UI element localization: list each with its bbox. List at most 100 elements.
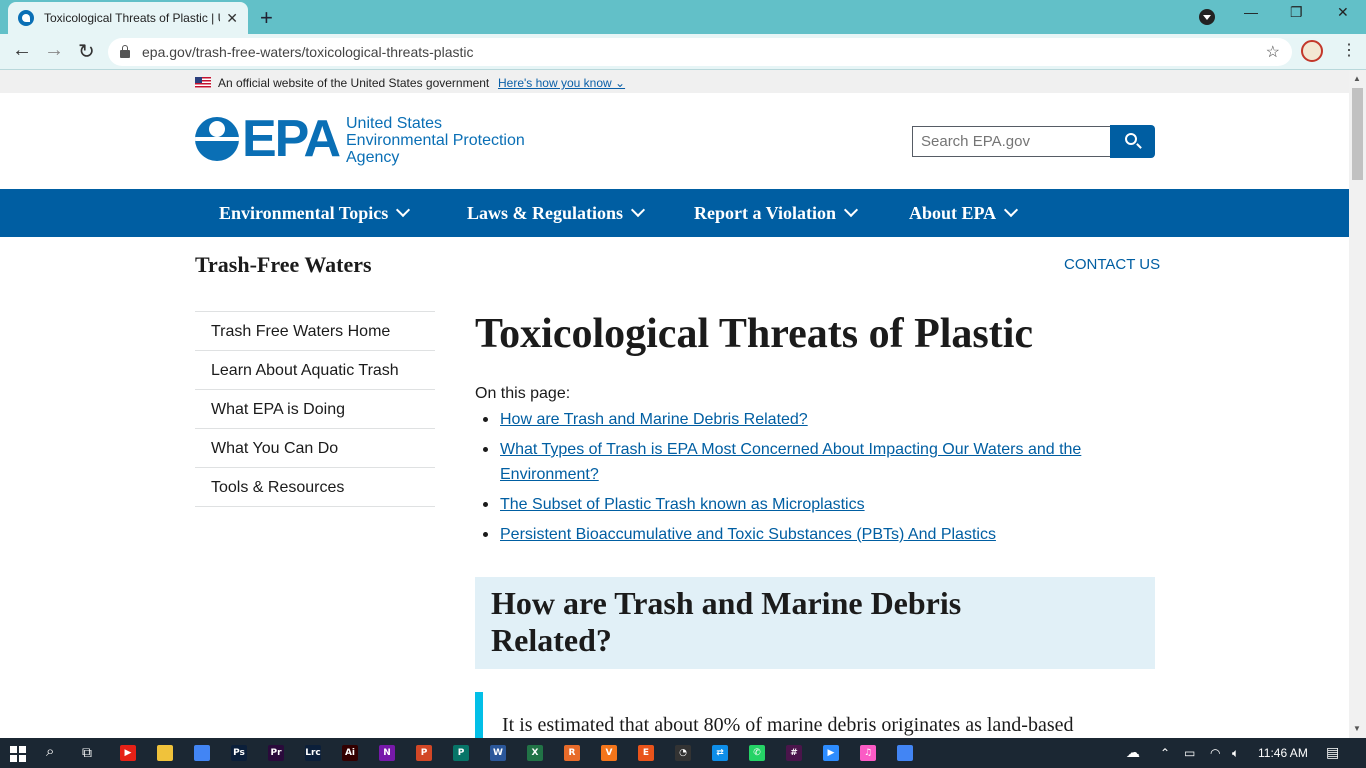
sidebar-item-you-can-do[interactable]: What You Can Do — [195, 429, 435, 468]
site-header: EPA United States Environmental Protecti… — [0, 93, 1349, 189]
battery-icon[interactable]: ▭ — [1184, 746, 1195, 760]
toc-link[interactable]: What Types of Trash is EPA Most Concerne… — [500, 441, 1081, 483]
file-explorer-icon[interactable] — [157, 745, 173, 761]
toc-link-line: What Types of Trash is EPA Most Concerne… — [500, 441, 1082, 458]
powerpoint-icon[interactable]: P — [416, 745, 432, 761]
search-icon[interactable]: ⌕ — [46, 743, 54, 760]
reload-button[interactable]: ↻ — [78, 39, 95, 64]
notifications-icon[interactable]: ▤ — [1326, 744, 1339, 761]
app-e-icon[interactable]: E — [638, 745, 654, 761]
nav-report-violation[interactable]: Report a Violation — [694, 202, 859, 224]
scroll-down-icon[interactable]: ▼ — [1353, 724, 1361, 733]
browser-tab[interactable]: Toxicological Threats of Plastic | U ✕ — [8, 2, 248, 34]
whatsapp-icon[interactable]: ✆ — [749, 745, 765, 761]
epa-seal-icon[interactable] — [195, 117, 239, 161]
sidebar-item-tools[interactable]: Tools & Resources — [195, 468, 435, 507]
lock-icon[interactable] — [120, 45, 130, 58]
restore-button[interactable]: ❐ — [1290, 4, 1303, 21]
section-heading-line: Related? — [491, 622, 612, 658]
back-button[interactable]: ← — [12, 39, 32, 62]
search-input[interactable] — [912, 126, 1111, 157]
nav-environmental-topics[interactable]: Environmental Topics — [219, 202, 411, 224]
toc-link[interactable]: The Subset of Plastic Trash known as Mic… — [500, 496, 865, 513]
volume-icon[interactable]: 🔈︎ — [1232, 746, 1239, 761]
main-nav: Environmental Topics Laws & Regulations … — [0, 189, 1349, 237]
forward-button[interactable]: → — [44, 39, 64, 62]
weather-icon[interactable]: ☁ — [1126, 744, 1140, 761]
profile-avatar[interactable] — [1301, 40, 1323, 62]
page-scrollbar[interactable]: ▲ ▼ — [1349, 70, 1366, 738]
slack-icon[interactable]: # — [786, 745, 802, 761]
browser-menu-icon[interactable]: ⋮ — [1341, 40, 1357, 60]
epa-favicon-icon — [18, 10, 34, 26]
toc-link[interactable]: Persistent Bioaccumulative and Toxic Sub… — [500, 526, 996, 543]
section-heading-line: How are Trash and Marine Debris — [491, 585, 962, 621]
nav-label: About EPA — [909, 203, 997, 223]
publisher-icon[interactable]: P — [453, 745, 469, 761]
toc-item: What Types of Trash is EPA Most Concerne… — [475, 437, 1095, 487]
wifi-icon[interactable]: ◠ — [1210, 746, 1220, 760]
premiere-icon[interactable]: Pr — [268, 745, 284, 761]
app-circle-icon[interactable]: ◔ — [675, 745, 691, 761]
scroll-up-icon[interactable]: ▲ — [1353, 74, 1361, 83]
teamviewer-icon[interactable]: ⇄ — [712, 745, 728, 761]
clock-time[interactable]: 11:46 AM — [1258, 746, 1308, 760]
lightroom-classic-icon[interactable]: Lrc — [305, 745, 321, 761]
contact-us-link[interactable]: CONTACT US — [1064, 256, 1160, 273]
sidebar-item-learn[interactable]: Learn About Aquatic Trash — [195, 351, 435, 390]
sidebar-item-home[interactable]: Trash Free Waters Home — [195, 312, 435, 351]
nav-about-epa[interactable]: About EPA — [909, 202, 1019, 224]
chrome-active-icon[interactable] — [897, 745, 913, 761]
task-view-icon[interactable]: ⧉ — [82, 744, 92, 761]
excel-icon[interactable]: X — [527, 745, 543, 761]
close-window-button[interactable]: ✕ — [1337, 4, 1349, 21]
show-hidden-icons[interactable]: ⌃ — [1160, 746, 1170, 760]
browser-tabbar: Toxicological Threats of Plastic | U ✕ +… — [0, 0, 1366, 34]
web-page: An official website of the United States… — [0, 70, 1349, 738]
app-r-icon[interactable]: R — [564, 745, 580, 761]
windows-taskbar: ⌕ ⧉ ▶ Ps Pr Lrc Ai N P P W X R V E ◔ ⇄ ✆ # ▶ ♫ ☁ ⌃ ▭ ◠ 🔈︎ … — [0, 738, 1366, 768]
bookmark-star-icon[interactable]: ☆ — [1266, 42, 1280, 62]
tab-search-icon[interactable] — [1199, 9, 1215, 25]
chrome-icon[interactable] — [194, 745, 210, 761]
illustrator-icon[interactable]: Ai — [342, 745, 358, 761]
word-icon[interactable]: W — [490, 745, 506, 761]
section-heading: How are Trash and Marine Debris Related? — [491, 585, 1139, 659]
nav-label: Environmental Topics — [219, 203, 389, 223]
scroll-thumb[interactable] — [1352, 88, 1363, 180]
app-v-icon[interactable]: V — [601, 745, 617, 761]
url-text[interactable]: epa.gov/trash-free-waters/toxicological-… — [142, 44, 473, 60]
on-this-page-label: On this page: — [475, 385, 571, 402]
agency-line-1: United States — [346, 115, 443, 132]
toc-item: How are Trash and Marine Debris Related? — [475, 407, 1095, 432]
nav-label: Laws & Regulations — [467, 203, 624, 223]
section-title[interactable]: Trash-Free Waters — [195, 252, 372, 278]
youtube-icon[interactable]: ▶ — [120, 745, 136, 761]
toc-item: The Subset of Plastic Trash known as Mic… — [475, 492, 1095, 517]
itunes-icon[interactable]: ♫ — [860, 745, 876, 761]
toc-link-line: Environment? — [500, 466, 599, 483]
side-navigation: Trash Free Waters Home Learn About Aquat… — [195, 311, 435, 507]
how-you-know-link[interactable]: Here's how you know ⌄ — [498, 76, 625, 90]
onenote-icon[interactable]: N — [379, 745, 395, 761]
search-icon — [1125, 133, 1137, 145]
sidebar-item-epa-doing[interactable]: What EPA is Doing — [195, 390, 435, 429]
gov-banner: An official website of the United States… — [0, 70, 1349, 93]
nav-laws-regulations[interactable]: Laws & Regulations — [467, 202, 646, 224]
zoom-icon[interactable]: ▶ — [823, 745, 839, 761]
chevron-down-icon — [630, 202, 646, 218]
new-tab-button[interactable]: + — [260, 5, 273, 31]
minimize-button[interactable]: — — [1244, 4, 1258, 20]
search-button[interactable] — [1110, 125, 1155, 158]
address-bar[interactable]: epa.gov/trash-free-waters/toxicological-… — [108, 38, 1292, 66]
tab-close-icon[interactable]: ✕ — [226, 10, 238, 27]
windows-start-icon[interactable] — [10, 746, 26, 762]
toc-link[interactable]: How are Trash and Marine Debris Related? — [500, 411, 808, 428]
agency-line-3: Agency — [346, 149, 400, 166]
callout-accent-bar — [475, 692, 483, 738]
gov-banner-text: An official website of the United States… — [218, 76, 490, 90]
epa-logo-text[interactable]: EPA — [242, 113, 341, 165]
photoshop-icon[interactable]: Ps — [231, 745, 247, 761]
browser-toolbar: ← → ↻ epa.gov/trash-free-waters/toxicolo… — [0, 34, 1366, 70]
agency-name[interactable]: United States Environmental Protection A… — [346, 115, 525, 166]
